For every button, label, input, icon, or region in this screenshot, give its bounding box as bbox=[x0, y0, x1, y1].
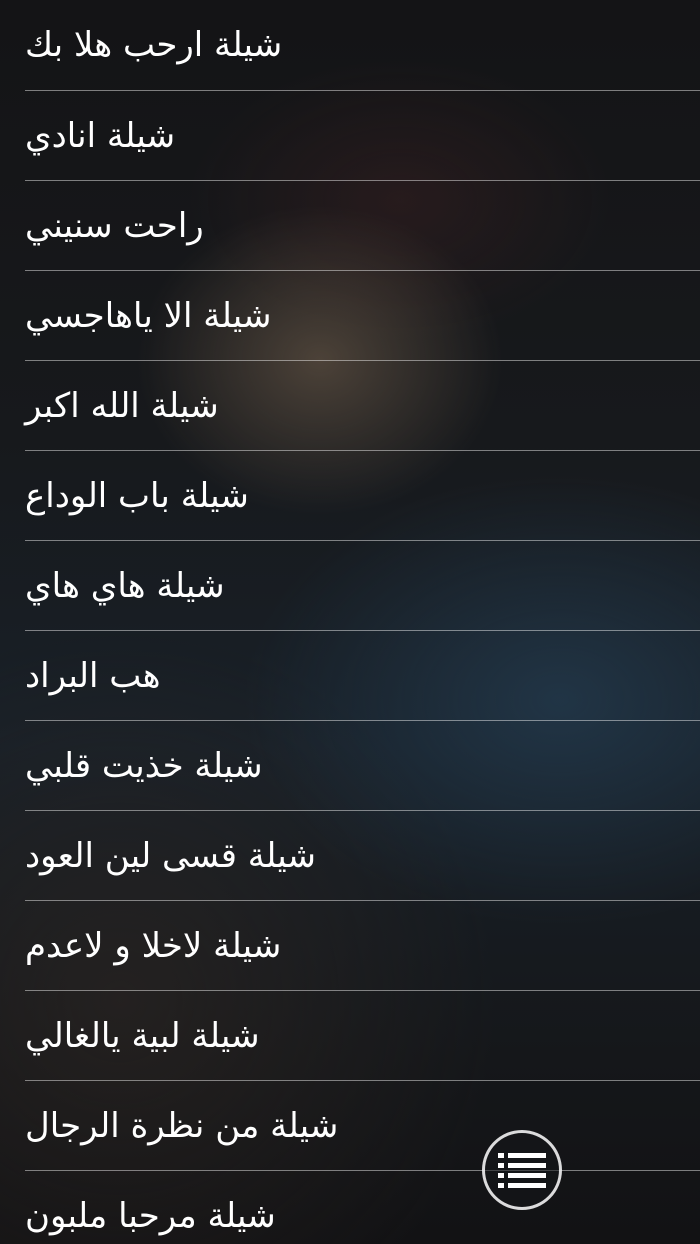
list-item[interactable]: شيلة مرحبا ملبون bbox=[25, 1171, 700, 1244]
list-item[interactable]: شيلة باب الوداع bbox=[25, 451, 700, 541]
list-item-label: شيلة مرحبا ملبون bbox=[25, 1195, 276, 1236]
list-item-label: شيلة الا ياهاجسي bbox=[25, 295, 272, 336]
list-item-label: شيلة لاخلا و لاعدم bbox=[25, 925, 282, 966]
list-item-label: شيلة خذيت قلبي bbox=[25, 745, 263, 786]
list-item[interactable]: شيلة ارحب هلا بك bbox=[25, 0, 700, 91]
list-item[interactable]: شيلة لبية يالغالي bbox=[25, 991, 700, 1081]
list-item-label: شيلة لبية يالغالي bbox=[25, 1015, 260, 1056]
list-item-label: شيلة ارحب هلا بك bbox=[25, 25, 283, 65]
menu-button[interactable] bbox=[482, 1130, 562, 1210]
list-item[interactable]: شيلة لاخلا و لاعدم bbox=[25, 901, 700, 991]
list-item-label: شيلة الله اكبر bbox=[25, 385, 219, 426]
list-item[interactable]: شيلة انادي bbox=[25, 91, 700, 181]
list-item[interactable]: شيلة هاي هاي bbox=[25, 541, 700, 631]
list-item-label: راحت سنيني bbox=[25, 205, 204, 246]
list-menu-icon bbox=[498, 1153, 546, 1188]
list-item-label: شيلة قسى لين العود bbox=[25, 835, 316, 876]
song-list: شيلة ارحب هلا بك شيلة انادي راحت سنيني ش… bbox=[25, 0, 700, 1244]
list-item-label: شيلة من نظرة الرجال bbox=[25, 1105, 339, 1146]
list-item[interactable]: شيلة قسى لين العود bbox=[25, 811, 700, 901]
list-item[interactable]: هب البراد bbox=[25, 631, 700, 721]
list-item-label: شيلة انادي bbox=[25, 115, 176, 156]
list-item-label: شيلة هاي هاي bbox=[25, 565, 225, 606]
list-item[interactable]: شيلة خذيت قلبي bbox=[25, 721, 700, 811]
list-item[interactable]: شيلة الله اكبر bbox=[25, 361, 700, 451]
list-item-label: هب البراد bbox=[25, 655, 161, 696]
list-item[interactable]: شيلة من نظرة الرجال bbox=[25, 1081, 700, 1171]
list-item-label: شيلة باب الوداع bbox=[25, 475, 249, 516]
list-item[interactable]: شيلة الا ياهاجسي bbox=[25, 271, 700, 361]
list-item[interactable]: راحت سنيني bbox=[25, 181, 700, 271]
